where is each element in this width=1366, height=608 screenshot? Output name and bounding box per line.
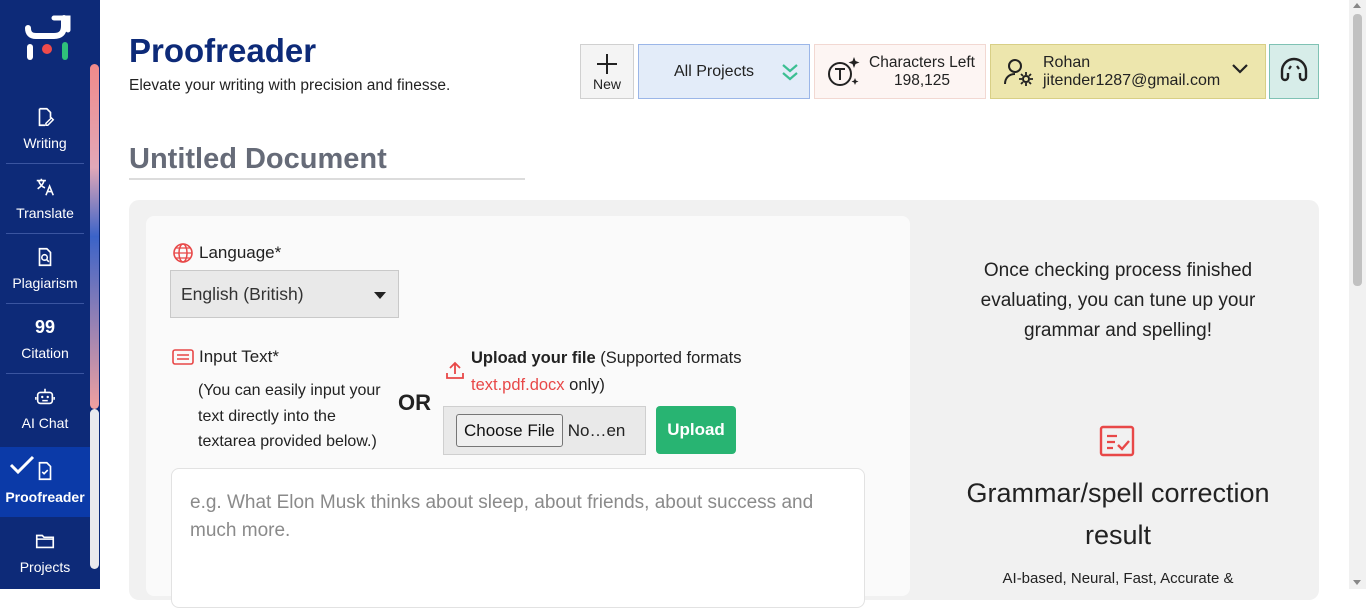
result-subtitle: AI-based, Neural, Fast, Accurate &	[1002, 570, 1234, 587]
file-name: No…en	[567, 420, 626, 440]
keyboard-icon	[172, 349, 194, 365]
sidebar-item-label: Projects	[19, 559, 71, 575]
double-chevron-down-icon	[782, 64, 798, 81]
sidebar-scrollbar-track[interactable]	[90, 409, 99, 569]
document-title-input[interactable]: Untitled Document	[129, 143, 525, 180]
page-scrollbar[interactable]	[1349, 0, 1366, 589]
upload-file-description: Upload your file (Supported formats text…	[471, 345, 791, 399]
language-select[interactable]: English (British)	[170, 270, 399, 318]
support-button[interactable]	[1269, 44, 1319, 99]
checklist-icon	[1099, 425, 1135, 457]
quote-icon: 99	[33, 315, 57, 339]
plagiarism-icon	[33, 245, 57, 269]
sidebar-item-proofreader[interactable]: Proofreader	[0, 447, 90, 517]
sidebar-item-label: Plagiarism	[12, 275, 78, 291]
user-email: jitender1287@gmail.com	[1043, 71, 1221, 89]
sidebar-item-citation[interactable]: 99 Citation	[0, 303, 90, 373]
chevron-down-icon	[1232, 64, 1248, 74]
characters-left-label: Characters Left	[869, 53, 975, 71]
plus-icon	[597, 53, 617, 74]
dropdown-arrow-icon	[374, 292, 386, 299]
robot-icon	[33, 385, 57, 409]
translate-icon	[33, 175, 57, 199]
upload-formats-prefix: (Supported formats	[595, 349, 742, 367]
writing-icon	[33, 105, 57, 129]
sidebar-item-label: Proofreader	[5, 489, 85, 505]
result-title: Grammar/spell correction result	[966, 478, 1270, 550]
textarea-placeholder: e.g. What Elon Musk thinks about sleep, …	[190, 492, 814, 541]
upload-button[interactable]: Upload	[656, 406, 736, 454]
sidebar-item-label: AI Chat	[21, 415, 69, 431]
sidebar-item-plagiarism[interactable]: Plagiarism	[0, 233, 90, 303]
language-label-text: Language*	[199, 243, 282, 262]
page-title: Proofreader	[129, 32, 317, 69]
scroll-up-arrow-icon[interactable]	[1353, 3, 1361, 8]
language-select-value: English (British)	[181, 283, 304, 304]
sidebar-item-ai-chat[interactable]: AI Chat	[0, 373, 90, 443]
language-label: Language*	[172, 242, 281, 264]
characters-left-badge: Characters Left 198,125	[814, 44, 986, 99]
all-projects-label: All Projects	[673, 62, 755, 80]
choose-file-button[interactable]: Choose File	[456, 414, 563, 447]
sidebar-item-writing[interactable]: Writing	[0, 93, 90, 163]
input-text-label: Input Text*	[172, 347, 279, 367]
all-projects-dropdown[interactable]: All Projects	[638, 44, 810, 99]
page-subtitle: Elevate your writing with precision and …	[129, 77, 451, 94]
folder-icon	[33, 529, 57, 553]
sidebar-scrollbar-thumb[interactable]	[90, 64, 99, 409]
upload-file-title: Upload your file	[471, 349, 596, 367]
app-logo[interactable]	[24, 14, 74, 64]
user-menu[interactable]: Rohan jitender1287@gmail.com	[990, 44, 1266, 99]
sidebar: Writing Translate Plagiarism 99 Citation…	[0, 0, 100, 589]
check-icon	[9, 455, 35, 475]
headset-icon	[1280, 57, 1308, 81]
citation-glyph: 99	[34, 316, 56, 337]
upload-icon	[446, 361, 464, 379]
sidebar-item-projects[interactable]: Projects	[0, 517, 90, 587]
characters-left-value: 198,125	[893, 71, 951, 89]
ai-text-icon	[828, 56, 860, 86]
scroll-down-arrow-icon[interactable]	[1353, 580, 1361, 585]
sidebar-item-translate[interactable]: Translate	[0, 163, 90, 233]
new-button-label: New	[592, 75, 621, 92]
user-settings-icon	[1004, 58, 1033, 86]
new-button[interactable]: New	[580, 44, 634, 99]
page-scrollbar-thumb[interactable]	[1353, 14, 1362, 286]
sidebar-item-label: Writing	[23, 135, 67, 151]
input-text-label-text: Input Text*	[199, 347, 280, 366]
sidebar-item-label: Citation	[21, 345, 69, 361]
sidebar-item-label: Translate	[16, 205, 74, 221]
upload-formats-suffix: only)	[564, 376, 605, 394]
or-separator: OR	[398, 390, 431, 415]
input-textarea[interactable]: e.g. What Elon Musk thinks about sleep, …	[171, 468, 865, 608]
globe-icon	[173, 243, 193, 263]
file-input[interactable]: Choose File No…en	[443, 406, 646, 455]
result-message: Once checking process finished evaluatin…	[980, 260, 1256, 341]
upload-formats: text.pdf.docx	[471, 376, 565, 394]
user-name: Rohan	[1043, 53, 1091, 71]
input-text-help: (You can easily input your text directly…	[198, 382, 381, 450]
proofreader-icon	[33, 459, 57, 483]
